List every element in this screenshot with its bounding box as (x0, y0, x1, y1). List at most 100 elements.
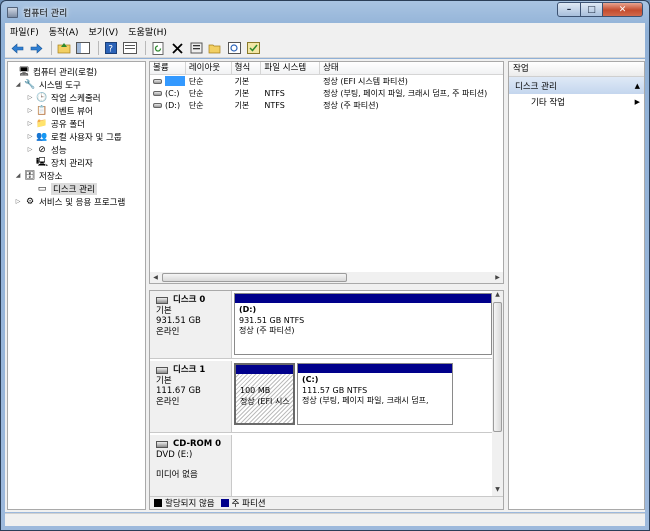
tree-item-local-users[interactable]: ▷ 👥 로컬 사용자 및 그룹 (8, 130, 145, 143)
back-icon[interactable] (9, 41, 25, 56)
tree-item-performance[interactable]: ▷ ⊘ 성능 (8, 143, 145, 156)
column-header-type[interactable]: 형식 (232, 62, 262, 74)
volume-row[interactable]: 단순 기본 정상 (EFI 시스템 파티션) (150, 75, 503, 87)
disk-icon (156, 366, 168, 374)
collapse-up-icon[interactable]: ▲ (635, 82, 640, 90)
disk-type: DVD (E:) (156, 449, 193, 460)
disk-icon: ▭ (37, 183, 47, 194)
partition-legend: 할당되지 않음 주 파티션 (150, 496, 503, 509)
horizontal-scrollbar[interactable]: ◀ ▶ (150, 272, 503, 283)
expand-arrow-icon[interactable]: ▷ (14, 198, 22, 205)
tree-item-label: 이벤트 뷰어 (51, 106, 93, 117)
close-button[interactable]: ✕ (603, 2, 643, 17)
volume-type: 기본 (234, 100, 250, 110)
title-bar[interactable]: 컴퓨터 관리 (7, 4, 507, 20)
tree-item-storage[interactable]: ◢ 🗄 저장소 (8, 169, 145, 182)
toolbar: ? (5, 39, 645, 58)
partition-label: (C:) (302, 375, 319, 384)
disk-info: 디스크 1 기본 111.67 GB 온라인 (150, 361, 232, 432)
check-icon[interactable] (245, 41, 261, 56)
forward-icon[interactable] (28, 41, 44, 56)
partition-efi[interactable]: 100 MB 정상 (EFI 시스 (234, 363, 295, 425)
column-header-layout[interactable]: 레이아웃 (186, 62, 232, 74)
tree-item-label: 공유 폴더 (51, 119, 85, 130)
console-icon[interactable] (122, 41, 138, 56)
tree-item-label: 디스크 관리 (51, 182, 97, 195)
up-icon[interactable] (56, 41, 72, 56)
menu-action[interactable]: 동작(A) (44, 25, 84, 38)
center-pane: 볼륨 레이아웃 형식 파일 시스템 상태 단순 기본 정상 (EFI 시스템 파… (149, 61, 504, 510)
action-more-actions[interactable]: 기타 작업 ▶ (509, 94, 644, 109)
volume-file-system: NTFS (264, 88, 285, 98)
partition-size: 931.51 GB NTFS (239, 315, 305, 325)
collapse-arrow-icon[interactable]: ◢ (14, 81, 22, 88)
column-header-volume[interactable]: 볼륨 (150, 62, 186, 74)
search-icon[interactable] (226, 41, 242, 56)
delete-icon[interactable] (169, 41, 185, 56)
scrollbar-thumb[interactable] (493, 302, 502, 432)
help-icon[interactable]: ? (103, 41, 119, 56)
expand-arrow-icon[interactable]: ▷ (26, 94, 34, 101)
scrollbar-thumb[interactable] (162, 273, 347, 282)
actions-section-disk-management[interactable]: 디스크 관리 ▲ (509, 77, 644, 94)
collapse-arrow-icon[interactable]: ◢ (14, 172, 22, 179)
disk-row-cdrom[interactable]: CD-ROM 0 DVD (E:) 미디어 없음 (150, 435, 492, 497)
volume-name (165, 76, 185, 86)
column-header-status[interactable]: 상태 (320, 62, 503, 74)
cdrom-icon (156, 440, 168, 448)
tree-item-task-scheduler[interactable]: ▷ 🕒 작업 스케줄러 (8, 91, 145, 104)
tree-item-services[interactable]: ▷ ⚙ 서비스 및 응용 프로그램 (8, 195, 145, 208)
computer-management-icon (7, 6, 18, 18)
disk-status: 미디어 없음 (156, 470, 198, 480)
menu-help[interactable]: 도움말(H) (123, 25, 172, 38)
expand-arrow-icon[interactable]: ▷ (26, 133, 34, 140)
expand-arrow-icon[interactable]: ▷ (26, 120, 34, 127)
partition-status: 정상 (주 파티션) (239, 326, 295, 335)
tree-item-device-manager[interactable]: 🖳 장치 관리자 (8, 156, 145, 169)
disk-row-1[interactable]: 디스크 1 기본 111.67 GB 온라인 100 MB 정상 (EFI 시스 (150, 361, 492, 433)
disk-type: 기본 (156, 375, 172, 386)
refresh-icon[interactable] (150, 41, 166, 56)
partition-d[interactable]: (D:) 931.51 GB NTFS 정상 (주 파티션) (234, 293, 492, 355)
expand-arrow-icon[interactable]: ▷ (26, 146, 34, 153)
volume-status: 정상 (EFI 시스템 파티션) (323, 76, 408, 86)
drive-icon (153, 78, 162, 84)
partition-c[interactable]: (C:) 111.57 GB NTFS 정상 (부팅, 페이지 파일, 크래시 … (297, 363, 453, 425)
primary-partition-swatch (220, 499, 229, 507)
disk-row-0[interactable]: 디스크 0 기본 931.51 GB 온라인 (D:) 931.51 GB NT… (150, 291, 492, 359)
disk-size: 111.67 GB (156, 386, 201, 396)
volume-row[interactable]: (D:) 단순 기본 NTFS 정상 (주 파티션) (150, 99, 503, 111)
expand-arrow-icon[interactable]: ▷ (26, 107, 34, 114)
volume-list-header: 볼륨 레이아웃 형식 파일 시스템 상태 (150, 62, 503, 75)
vertical-scrollbar[interactable]: ▲ ▼ (492, 291, 503, 497)
device-manager-icon: 🖳 (36, 157, 49, 168)
menu-file[interactable]: 파일(F) (5, 25, 44, 38)
drive-icon (153, 102, 162, 108)
tree-item-shared-folders[interactable]: ▷ 📁 공유 폴더 (8, 117, 145, 130)
disk-name: CD-ROM 0 (173, 439, 222, 449)
volume-row[interactable]: (C:) 단순 기본 NTFS 정상 (부팅, 페이지 파일, 크래시 덤프, … (150, 87, 503, 99)
tree-item-event-viewer[interactable]: ▷ 📋 이벤트 뷰어 (8, 104, 145, 117)
volume-name: (D:) (165, 100, 181, 110)
content-area: 🖥 컴퓨터 관리(로컬) ◢ 🔧 시스템 도구 ▷ 🕒 작업 스케줄러 ▷ 📋 … (5, 59, 645, 512)
tree-item-root[interactable]: 🖥 컴퓨터 관리(로컬) (8, 65, 145, 78)
disk-type: 기본 (156, 305, 172, 316)
computer-icon: 🖥 (18, 66, 30, 77)
scroll-up-icon[interactable]: ▲ (492, 291, 503, 302)
primary-partition-bar (298, 364, 452, 373)
column-header-file-system[interactable]: 파일 시스템 (261, 62, 321, 74)
properties-icon[interactable] (188, 41, 204, 56)
maximize-button[interactable]: □ (581, 2, 603, 17)
disk-info: CD-ROM 0 DVD (E:) 미디어 없음 (150, 435, 232, 497)
volume-layout: 단순 (188, 76, 204, 86)
scroll-right-icon[interactable]: ▶ (492, 274, 503, 281)
show-hide-tree-icon[interactable] (75, 41, 91, 56)
tree-item-disk-management[interactable]: ▭ 디스크 관리 (8, 182, 145, 195)
minimize-button[interactable]: – (557, 2, 581, 17)
menu-view[interactable]: 보기(V) (84, 25, 124, 38)
scroll-left-icon[interactable]: ◀ (150, 274, 161, 281)
unallocated-swatch (154, 499, 162, 507)
volume-file-system: NTFS (264, 100, 285, 110)
open-icon[interactable] (207, 41, 223, 56)
tree-item-system-tools[interactable]: ◢ 🔧 시스템 도구 (8, 78, 145, 91)
